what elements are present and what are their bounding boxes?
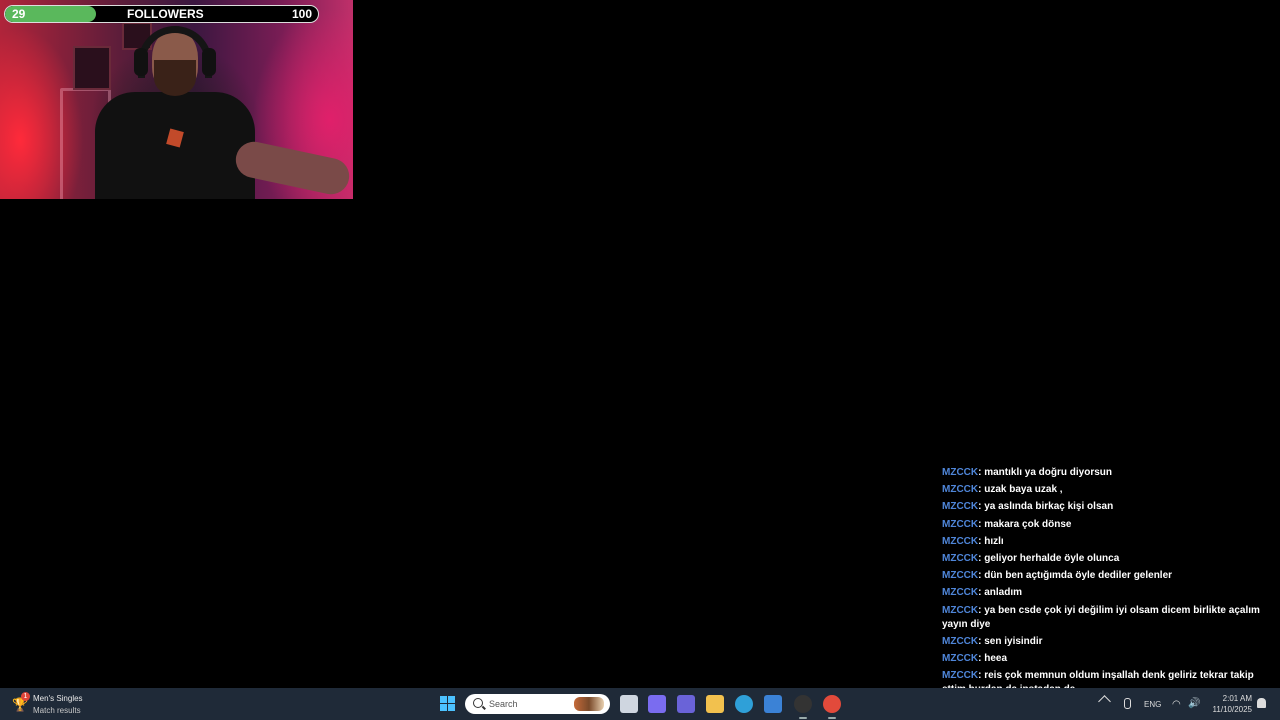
news-widget[interactable]: 🏆 1 Men's Singles Match results [12,692,132,716]
headphone-cup-right [202,48,216,76]
widget-subtitle: Match results [33,706,81,715]
teams-icon[interactable] [677,695,695,713]
obs-icon[interactable] [794,695,812,713]
chat-message-text: : anladım [978,587,1023,599]
clock-time[interactable]: 2:01 AM [1222,694,1252,703]
webcam-overlay: 29 FOLLOWERS 100 [0,0,353,199]
chat-message: MZCCK: uzak baya uzak , [942,483,1272,497]
notifications-bell-icon[interactable] [1257,698,1266,708]
chat-username: MZCCK [942,635,979,647]
chrome-icon[interactable] [823,695,841,713]
start-button[interactable] [440,696,456,712]
chat-message: MZCCK: heea [942,652,1272,666]
chat-message: MZCCK: mantıklı ya doğru diyorsun [942,466,1272,480]
file-explorer-icon[interactable] [706,695,724,713]
language-indicator[interactable]: ENG [1144,700,1161,709]
chat-username: MZCCK [942,652,979,664]
chat-username: MZCCK [942,552,979,564]
windows-logo-icon [440,696,447,703]
followers-goal: 100 [291,7,312,21]
volume-icon[interactable]: 🔊 [1188,698,1200,709]
followers-goal-bar: 29 FOLLOWERS 100 [4,5,319,23]
chat-message-text: : ya aslında birkaç kişi olsan [978,501,1114,513]
headphone-cup-left [134,48,148,76]
chat-message-text: : sen iyisindir [978,635,1043,647]
running-indicator [828,717,836,719]
chat-message-text: : mantıklı ya doğru diyorsun [978,467,1113,478]
chat-message: MZCCK: makara çok dönse [942,518,1272,532]
chat-username: MZCCK [942,501,979,513]
chat-username: MZCCK [942,467,979,478]
chat-message-text: : hızlı [978,535,1004,547]
edge-icon[interactable] [735,695,753,713]
chat-username: MZCCK [942,670,979,682]
taskbar-search[interactable]: Search [465,694,610,714]
wall-frame [73,46,111,90]
chat-message: MZCCK: ya aslında birkaç kişi olsan [942,500,1272,514]
copilot-icon[interactable] [648,695,666,713]
search-input[interactable]: Search [489,699,518,709]
search-highlight-icon [574,697,604,711]
task-view-icon[interactable] [620,695,638,713]
chat-message-text: : makara çok dönse [978,518,1072,530]
chat-username: MZCCK [942,604,979,616]
widget-title: Men's Singles [33,694,83,703]
chat-message-text: : heea [978,652,1008,664]
notification-badge: 1 [21,692,30,701]
chat-message-text: : geliyor herhalde öyle olunca [978,552,1120,564]
chat-message: MZCCK: sen iyisindir [942,635,1272,649]
taskbar: 🏆 1 Men's Singles Match results Search E… [0,688,1280,720]
chat-message: MZCCK: dün ben açtığımda öyle dediler ge… [942,569,1272,583]
chat-message: MZCCK: anladım [942,586,1272,600]
chat-username: MZCCK [942,587,979,599]
chat-message-text: : dün ben açtığımda öyle dediler gelenle… [978,570,1173,582]
search-icon [473,698,483,708]
chat-username: MZCCK [942,570,979,582]
microphone-icon[interactable] [1124,698,1131,709]
chat-message-text: : uzak baya uzak , [978,484,1063,496]
chat-username: MZCCK [942,535,979,547]
clock-date[interactable]: 11/10/2025 [1210,705,1252,714]
tray-overflow-chevron-icon[interactable] [1098,695,1111,708]
chat-message: MZCCK: geliyor herhalde öyle olunca [942,552,1272,566]
followers-label: FOLLOWERS [127,7,204,21]
running-indicator [799,717,807,719]
wifi-icon[interactable]: ◠ [1172,699,1181,710]
chat-message-text: : ya ben csde çok iyi değilim iyi olsam … [942,604,1260,630]
chat-overlay: MZCCK: mantıklı ya doğru diyorsun MZCCK: … [942,466,1272,717]
chat-username: MZCCK [942,484,979,496]
store-icon[interactable] [764,695,782,713]
chat-message: MZCCK: ya ben csde çok iyi değilim iyi o… [942,604,1272,632]
chat-username: MZCCK [942,518,979,530]
followers-current: 29 [12,7,26,21]
chat-message: MZCCK: hızlı [942,535,1272,549]
